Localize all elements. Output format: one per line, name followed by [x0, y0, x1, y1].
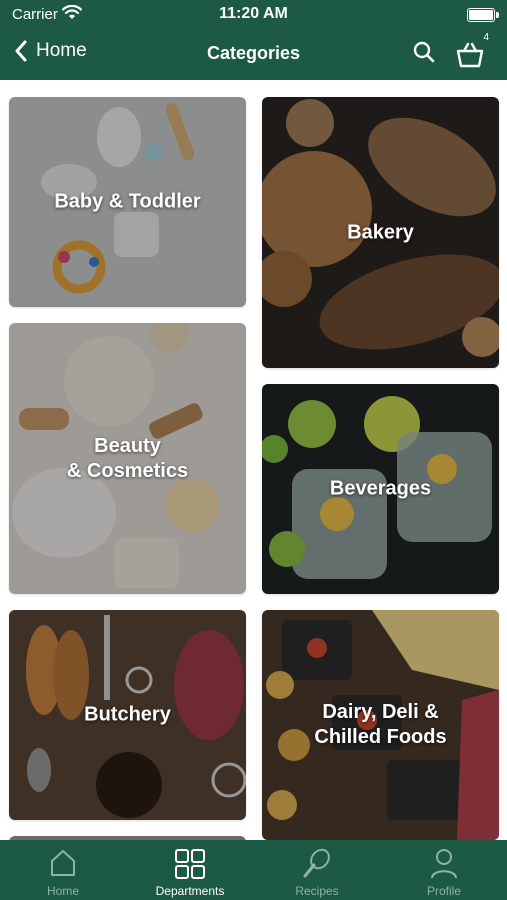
grid-icon — [175, 849, 205, 879]
category-label: Bakery — [347, 221, 414, 243]
tab-label: Departments — [155, 884, 225, 898]
person-icon — [431, 849, 457, 879]
battery-icon — [467, 8, 499, 22]
clock: 11:20 AM — [219, 5, 288, 22]
category-tile-dairy-deli[interactable]: Dairy, Deli & Chilled Foods — [262, 610, 499, 840]
tab-label: Home — [46, 884, 79, 898]
category-grid: Baby & Toddler Bakery Beauty & Cosmetics… — [0, 80, 507, 840]
search-icon — [413, 41, 435, 63]
tab-recipes[interactable]: Recipes — [254, 840, 380, 900]
category-label: Baby & Toddler — [54, 190, 201, 213]
top-bar: Carrier 11:20 AM Home Categories 4 — [0, 0, 507, 80]
category-tile-beverages[interactable]: Beverages — [262, 384, 499, 594]
category-tile-beauty-cosmetics[interactable]: Beauty & Cosmetics — [9, 323, 246, 594]
category-label: Dairy, Deli & Chilled Foods — [314, 701, 447, 748]
category-label: Beverages — [329, 477, 432, 500]
navigation-bar: Home Categories 4 — [0, 30, 507, 78]
search-button[interactable] — [412, 40, 438, 66]
category-tile-baby-toddler[interactable]: Baby & Toddler — [9, 97, 246, 307]
tab-label: Profile — [426, 884, 461, 898]
category-tile-bakery[interactable]: Bakery — [262, 97, 499, 368]
cart-button[interactable]: 4 — [455, 32, 489, 70]
whisk-icon — [303, 848, 330, 878]
home-icon — [51, 850, 75, 876]
tab-label: Recipes — [295, 884, 339, 898]
status-bar: Carrier 11:20 AM — [0, 0, 507, 30]
category-label: Butchery — [84, 703, 171, 726]
tab-departments[interactable]: Departments — [127, 840, 253, 900]
category-label: Beauty & Cosmetics — [66, 434, 189, 482]
tab-profile[interactable]: Profile — [381, 840, 507, 900]
category-tile-butchery[interactable]: Butchery — [9, 610, 246, 820]
tab-bar: Home Departments Recipes Profile — [0, 840, 507, 900]
cart-count-badge: 4 — [483, 32, 489, 43]
tab-home[interactable]: Home — [0, 840, 126, 900]
basket-icon — [456, 42, 484, 68]
